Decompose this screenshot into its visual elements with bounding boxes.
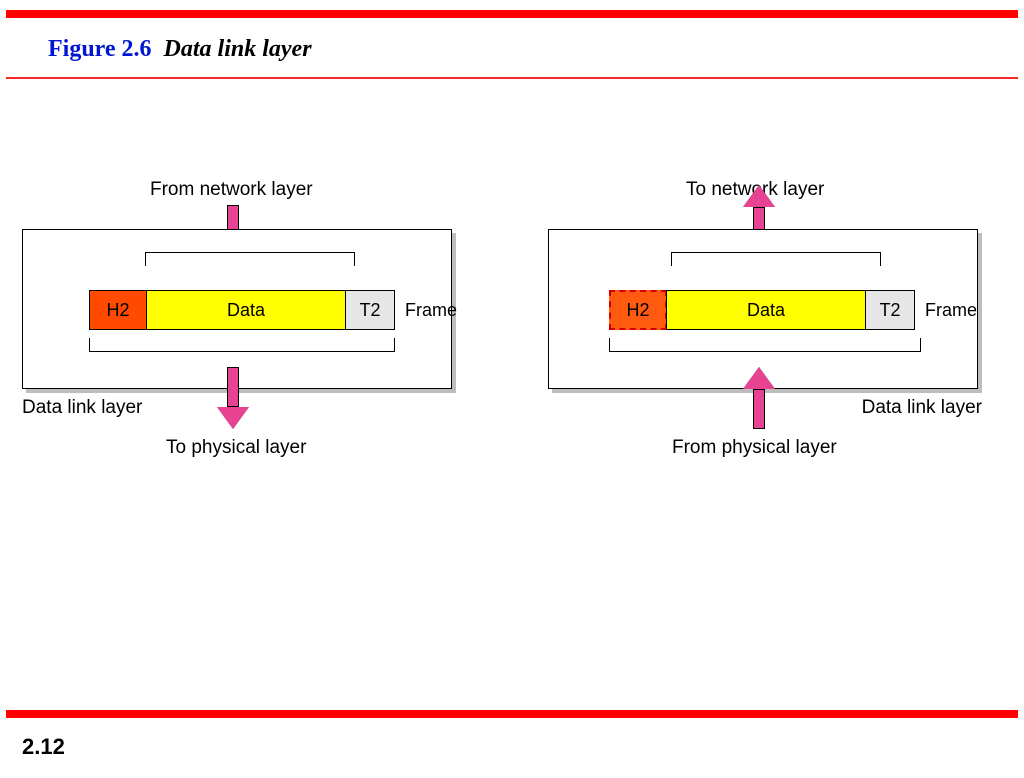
bracket-bottom-left xyxy=(89,338,395,352)
frame-label-left: Frame xyxy=(405,290,457,330)
segment-header-right: H2 xyxy=(609,290,667,330)
frame-segments-right: H2 Data T2 Frame xyxy=(609,290,977,330)
label-from-network: From network layer xyxy=(150,179,313,201)
segment-payload-left: Data xyxy=(146,290,346,330)
sender-panel: H2 Data T2 Frame xyxy=(22,229,452,389)
bracket-top-left xyxy=(145,252,355,266)
layer-caption-right: Data link layer xyxy=(862,397,982,419)
frame-label-right: Frame xyxy=(925,290,977,330)
receiver-panel: H2 Data T2 Frame xyxy=(548,229,978,389)
layer-caption-left: Data link layer xyxy=(22,397,142,419)
figure-number: Figure 2.6 xyxy=(48,36,152,62)
figure-title: Data link layer xyxy=(164,36,312,62)
figure-title-row: Figure 2.6 Data link layer xyxy=(0,18,1024,77)
diagram-area: From network layer H2 Data T2 Frame Data… xyxy=(0,139,1024,639)
top-accent-bar xyxy=(6,10,1018,18)
segment-header-left: H2 xyxy=(89,290,147,330)
label-from-physical: From physical layer xyxy=(672,437,837,459)
arrow-up-into-right xyxy=(744,367,774,429)
segment-trailer-right: T2 xyxy=(865,290,915,330)
title-underline xyxy=(6,77,1018,79)
label-to-physical: To physical layer xyxy=(166,437,306,459)
bracket-top-right xyxy=(671,252,881,266)
segment-trailer-left: T2 xyxy=(345,290,395,330)
bracket-bottom-right xyxy=(609,338,921,352)
arrow-up-out-right xyxy=(744,185,774,233)
segment-payload-right: Data xyxy=(666,290,866,330)
page-number: 2.12 xyxy=(22,734,65,760)
frame-segments-left: H2 Data T2 Frame xyxy=(89,290,457,330)
bottom-accent-bar xyxy=(6,710,1018,718)
arrow-down-out-left xyxy=(218,367,248,429)
